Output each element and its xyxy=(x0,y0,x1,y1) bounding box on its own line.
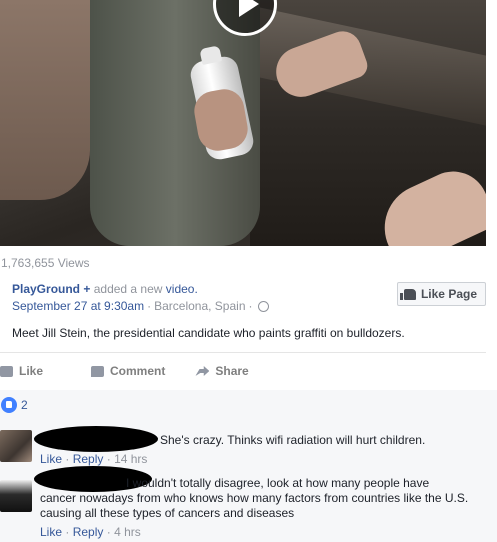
redacted-name xyxy=(34,426,158,452)
share-button[interactable]: Share xyxy=(195,361,249,381)
like-page-label: Like Page xyxy=(420,287,477,301)
author-plus: + xyxy=(83,282,91,296)
comment-button[interactable]: Comment xyxy=(91,361,165,381)
share-label: Share xyxy=(215,364,249,378)
comment-actions: Like · Reply · 14 hrs xyxy=(40,452,147,466)
comment-reply-link[interactable]: Reply xyxy=(73,452,104,466)
comment-time[interactable]: 4 hrs xyxy=(114,525,141,539)
thumbs-up-icon xyxy=(399,288,416,300)
video-link[interactable]: video. xyxy=(166,282,198,296)
comment-label: Comment xyxy=(110,364,166,378)
comment-time[interactable]: 14 hrs xyxy=(114,452,147,466)
avatar[interactable] xyxy=(0,430,32,462)
video-player[interactable] xyxy=(0,0,486,246)
divider xyxy=(0,352,486,353)
meta-separator: · xyxy=(248,299,253,313)
like-label: Like xyxy=(19,364,44,378)
reaction-count: 2 xyxy=(21,398,28,412)
comment-text-line: I wouldn't totally disagree, look at how… xyxy=(126,476,430,490)
share-icon xyxy=(195,366,210,376)
comment-actions: Like · Reply · 4 hrs xyxy=(40,525,141,539)
separator: · xyxy=(65,452,70,466)
comments-section: 2 She's crazy. Thinks wifi radiation wil… xyxy=(0,390,497,542)
comment-text: She's crazy. Thinks wifi radiation will … xyxy=(160,433,426,447)
thumbs-up-icon xyxy=(0,365,13,377)
like-button[interactable]: Like xyxy=(0,361,43,381)
globe-icon xyxy=(257,300,269,312)
post-actions: Like Comment Share xyxy=(0,361,486,381)
comment-like-link[interactable]: Like xyxy=(40,525,62,539)
page-author-link[interactable]: PlayGround xyxy=(12,282,80,296)
comment-item: I wouldn't totally disagree, look at how… xyxy=(0,466,497,542)
comment-text-line: causing all these types of cancers and d… xyxy=(40,506,295,520)
separator: · xyxy=(106,525,111,539)
reaction-summary[interactable]: 2 xyxy=(1,397,28,413)
post-header: PlayGround + added a new video. Septembe… xyxy=(12,282,486,313)
post-date-link[interactable]: September 27 at 9:30am xyxy=(12,299,144,313)
separator: · xyxy=(65,525,70,539)
comment-text-line: cancer nowadays from who knows how many … xyxy=(40,491,469,505)
separator: · xyxy=(106,452,111,466)
like-page-button[interactable]: Like Page xyxy=(396,282,486,306)
avatar[interactable] xyxy=(0,480,32,512)
like-reaction-icon xyxy=(1,397,17,413)
comment-like-link[interactable]: Like xyxy=(40,452,62,466)
post-location[interactable]: Barcelona, Spain xyxy=(154,299,245,313)
meta-separator: · xyxy=(147,299,152,313)
comment-item: She's crazy. Thinks wifi radiation will … xyxy=(0,426,497,468)
comment-icon xyxy=(91,365,105,377)
comment-reply-link[interactable]: Reply xyxy=(73,525,104,539)
view-count: 1,763,655 Views xyxy=(1,256,90,270)
video-person-left xyxy=(0,0,90,200)
post-caption: Meet Jill Stein, the presidential candid… xyxy=(12,326,405,340)
action-text: added a new xyxy=(93,282,163,296)
